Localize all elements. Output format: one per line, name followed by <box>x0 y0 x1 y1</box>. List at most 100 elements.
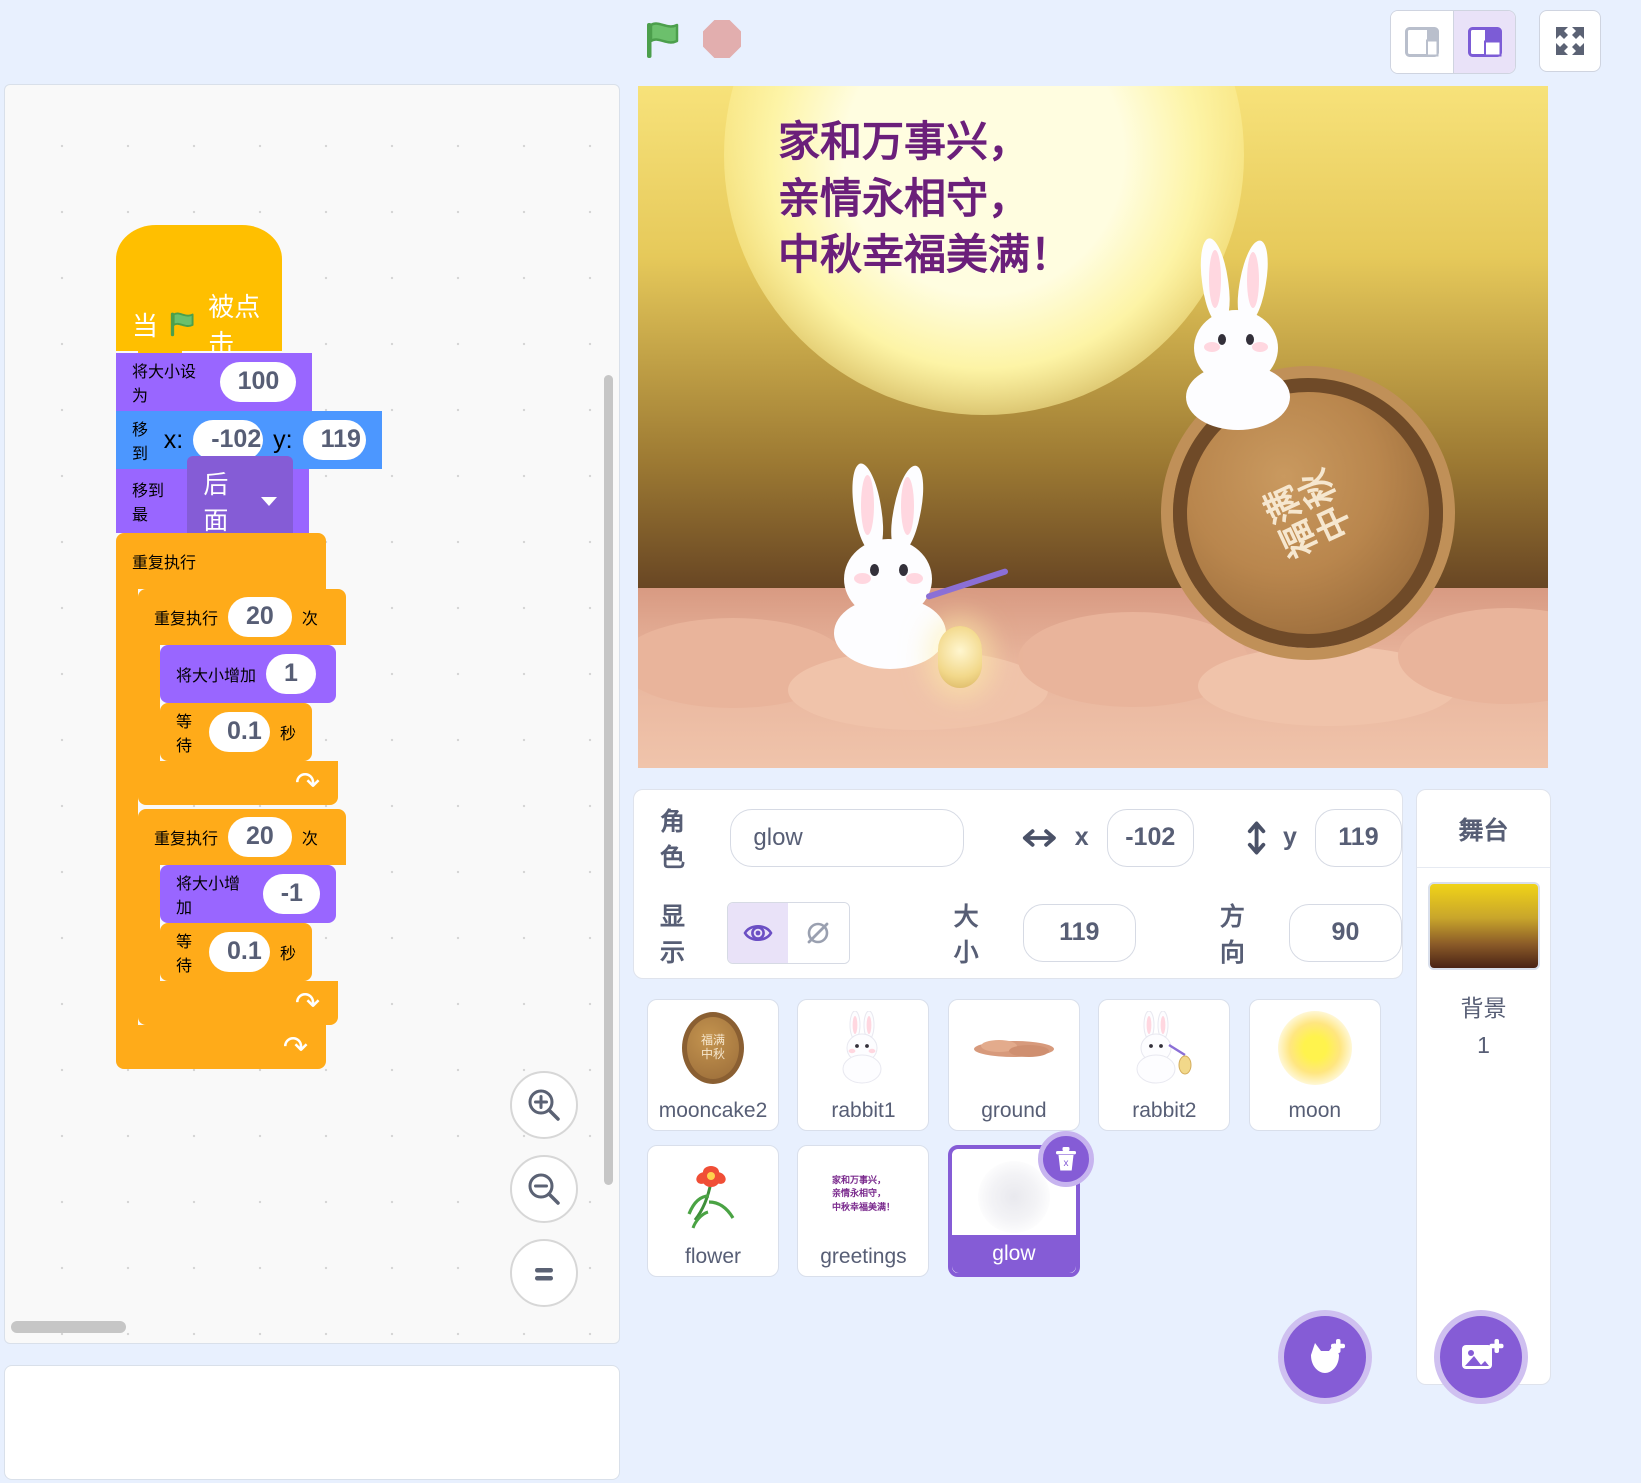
sprite-direction-label: 方向 <box>1220 897 1267 969</box>
repeat2-label: 重复执行 <box>154 825 218 849</box>
block-repeat-1[interactable]: 重复执行 20 次 将大小增加 1 <box>138 589 346 805</box>
greetings-thumb-line-2: 亲情永相守， <box>832 1187 895 1201</box>
sprite-name-moon: moon <box>1250 1092 1380 1130</box>
rabbit-lantern-thumb-icon <box>1099 1006 1229 1090</box>
goto-x-input[interactable]: -102 <box>193 420 263 460</box>
small-stage-button[interactable] <box>1391 11 1453 73</box>
hide-sprite-button[interactable] <box>788 903 848 963</box>
block-repeat-2[interactable]: 重复执行 20 次 将大小增加 -1 <box>138 809 346 1025</box>
zoom-in-button[interactable] <box>510 1071 578 1139</box>
fullscreen-button[interactable] <box>1539 10 1601 72</box>
ground-sprite <box>638 588 1548 768</box>
repeat1-count-input[interactable]: 20 <box>228 597 292 637</box>
change2-input[interactable]: -1 <box>263 874 320 914</box>
delete-sprite-button[interactable]: x <box>1038 1131 1094 1187</box>
greeting-line-1: 家和万事兴， <box>778 114 1072 171</box>
sprite-show-label: 显示 <box>660 897 707 969</box>
goto-x-label: x: <box>164 426 183 455</box>
stage-size-controls <box>1390 10 1516 74</box>
stage-small-icon <box>1405 27 1439 57</box>
when-label: 当 <box>132 306 158 343</box>
block-when-flag-clicked[interactable]: 当 被点击 <box>116 225 382 353</box>
block-set-size-to[interactable]: 将大小设为 100 <box>116 353 312 411</box>
set-size-label: 将大小设为 <box>132 358 210 406</box>
block-change-size-by-1[interactable]: 将大小增加 1 <box>160 645 336 703</box>
zoom-reset-button[interactable] <box>510 1239 578 1307</box>
mooncake-thumb-icon: 福满 中秋 <box>648 1006 778 1090</box>
sprite-card-moon[interactable]: moon <box>1249 999 1381 1131</box>
top-toolbar <box>0 0 1641 80</box>
repeat2-count-input[interactable]: 20 <box>228 817 292 857</box>
wait2-label: 等待 <box>176 928 199 976</box>
zoom-out-icon <box>524 1169 564 1209</box>
greetings-thumb-line-3: 中秋幸福美满！ <box>832 1201 895 1215</box>
green-flag-icon <box>643 20 685 60</box>
change1-input[interactable]: 1 <box>266 654 316 694</box>
sprite-y-label: y <box>1283 823 1297 852</box>
code-workspace[interactable]: 当 被点击 将大小设为 100 移到 x: -102 y: 119 <box>4 84 620 1344</box>
show-sprite-button[interactable] <box>728 903 788 963</box>
greetings-sprite: 家和万事兴， 亲情永相守， 中秋幸福美满！ <box>778 114 1072 284</box>
set-size-input[interactable]: 100 <box>220 362 296 402</box>
wait2-input[interactable]: 0.1 <box>209 932 270 972</box>
change2-label: 将大小增加 <box>176 870 253 918</box>
add-backdrop-image-icon <box>1457 1335 1505 1379</box>
wait1-input[interactable]: 0.1 <box>209 712 270 752</box>
sprite-card-rabbit2[interactable]: rabbit2 <box>1098 999 1230 1131</box>
stop-button[interactable] <box>703 20 745 60</box>
repeat1-suffix: 次 <box>302 605 318 629</box>
sprite-name-rabbit2: rabbit2 <box>1099 1092 1229 1130</box>
sprite-card-mooncake2[interactable]: 福满 中秋 mooncake2 <box>647 999 779 1131</box>
block-go-to-layer[interactable]: 移到最 后面 <box>116 469 309 533</box>
sprite-size-input[interactable]: 119 <box>1023 904 1136 962</box>
mooncake-thumb-line-2: 中秋 <box>701 1048 725 1062</box>
clicked-label: 被点击 <box>208 287 282 361</box>
greeting-line-2: 亲情永相守， <box>778 171 1072 228</box>
fullscreen-icon <box>1553 24 1587 58</box>
sprite-card-rabbit1[interactable]: rabbit1 <box>797 999 929 1131</box>
equals-icon <box>526 1255 562 1291</box>
stage-canvas[interactable]: 家和万事兴， 亲情永相守， 中秋幸福美满！ 福满 中秋 <box>633 81 1553 773</box>
zoom-out-button[interactable] <box>510 1155 578 1223</box>
visibility-toggle <box>727 902 850 964</box>
wait2-suffix: 秒 <box>280 940 296 964</box>
sprite-card-ground[interactable]: ground <box>948 999 1080 1131</box>
sprite-card-flower[interactable]: flower <box>647 1145 779 1277</box>
greetings-thumb-line-1: 家和万事兴， <box>832 1174 895 1188</box>
block-wait-2[interactable]: 等待 0.1 秒 <box>160 923 312 981</box>
loop-arrow-icon: ↷ <box>295 986 320 1021</box>
add-sprite-button[interactable] <box>1278 1310 1372 1404</box>
sprite-card-glow[interactable]: x glow <box>948 1145 1080 1277</box>
sprite-x-input[interactable]: -102 <box>1107 809 1194 867</box>
sprite-x-label: x <box>1075 823 1089 852</box>
mooncake-text: 福满 中秋 <box>1258 463 1359 564</box>
eye-icon <box>743 918 773 948</box>
add-backdrop-button[interactable] <box>1434 1310 1528 1404</box>
greetings-thumb-icon: 家和万事兴， 亲情永相守， 中秋幸福美满！ <box>798 1152 928 1236</box>
moon-thumb-icon <box>1250 1006 1380 1090</box>
goto-y-input[interactable]: 119 <box>303 420 366 460</box>
goto-y-label: y: <box>273 426 292 455</box>
green-flag-button[interactable] <box>643 20 685 60</box>
repeat1-label: 重复执行 <box>154 605 218 629</box>
vertical-arrows-icon <box>1244 818 1269 858</box>
mooncake-thumb-line-1: 福满 <box>701 1034 725 1048</box>
normal-stage-button[interactable] <box>1453 11 1515 73</box>
sprite-direction-input[interactable]: 90 <box>1289 904 1402 962</box>
sprite-y-input[interactable]: 119 <box>1315 809 1402 867</box>
layer-label: 移到最 <box>132 477 177 525</box>
wait1-suffix: 秒 <box>280 720 296 744</box>
block-forever[interactable]: 重复执行 重复执行 20 次 <box>116 533 382 1069</box>
sprite-name-input[interactable]: glow <box>730 809 964 867</box>
loop-arrow-icon: ↷ <box>283 1030 308 1065</box>
block-change-size-by-2[interactable]: 将大小增加 -1 <box>160 865 336 923</box>
stage-normal-icon <box>1468 27 1502 57</box>
sprite-card-greetings[interactable]: 家和万事兴， 亲情永相守， 中秋幸福美满！ greetings <box>797 1145 929 1277</box>
workspace-horizontal-scrollbar[interactable] <box>11 1321 126 1333</box>
backdrop-thumbnail[interactable] <box>1428 882 1540 970</box>
chevron-down-icon <box>261 497 277 506</box>
forever-label: 重复执行 <box>132 549 196 573</box>
backdrop-count: 1 <box>1417 1027 1550 1064</box>
block-wait-1[interactable]: 等待 0.1 秒 <box>160 703 312 761</box>
workspace-vertical-scrollbar[interactable] <box>604 375 613 1185</box>
